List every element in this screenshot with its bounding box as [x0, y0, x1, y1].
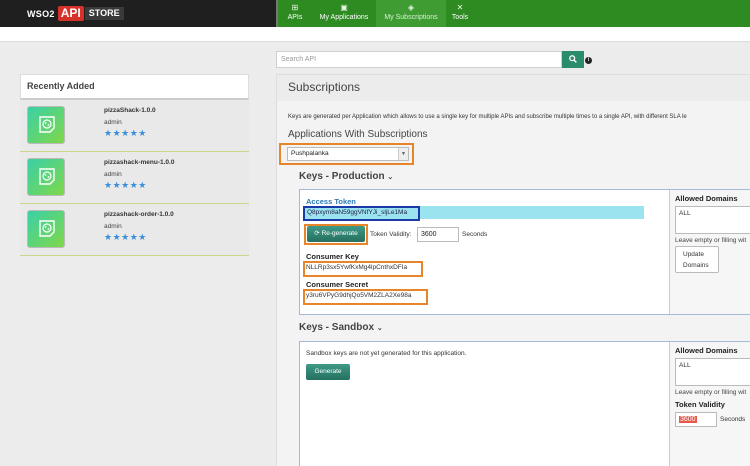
api-name[interactable]: pizzaShack-1.0.0 [104, 107, 156, 114]
domains-hint: Leave empty or filling wit [675, 237, 747, 244]
tools-icon: ✕ [456, 3, 464, 12]
subscriptions-panel: Subscriptions Keys are generated per App… [276, 74, 750, 466]
top-bar: WSO2 API STORE ⊞ APIs ▣ My Applications … [0, 0, 750, 27]
api-name[interactable]: pizzashack-menu-1.0.0 [104, 159, 174, 166]
api-author: admin [104, 223, 122, 230]
seconds-label: Seconds [462, 231, 488, 238]
generate-button[interactable]: Generate [306, 364, 350, 380]
page-title: Subscriptions [277, 75, 750, 101]
domains-hint: Leave empty or filling wit [675, 389, 747, 396]
token-validity-heading: Token Validity [675, 400, 725, 409]
application-select[interactable]: Pushpalanka ▼ [287, 147, 409, 161]
api-name[interactable]: pizzashack-order-1.0.0 [104, 211, 174, 218]
nav-my-applications[interactable]: ▣ My Applications [312, 0, 376, 27]
token-validity-label: Token Validity: [370, 231, 412, 238]
rating-stars: ★★★★★ [104, 232, 147, 242]
chevron-down-icon: ⌄ [387, 174, 394, 181]
sandbox-token-validity-input[interactable]: 3600 [675, 412, 717, 427]
rating-stars: ★★★★★ [104, 180, 147, 190]
list-item[interactable]: pizzashack-menu-1.0.0 admin ★★★★★ [20, 152, 249, 204]
wso2-api-store-logo[interactable]: WSO2 API STORE [24, 6, 124, 21]
update-domains-button[interactable]: Update Domains [675, 246, 719, 273]
nav-my-subscriptions[interactable]: ◈ My Subscriptions [376, 0, 446, 27]
info-icon[interactable]: i [585, 57, 592, 64]
header-strip [0, 27, 750, 42]
seconds-label: Seconds [720, 416, 746, 423]
list-item[interactable]: pizzaShack-1.0.0 admin ★★★★★ [20, 100, 249, 152]
production-allowed-domains: Allowed Domains ALL Leave empty or filli… [669, 190, 750, 314]
api-author: admin [104, 119, 122, 126]
chevron-down-icon: ▼ [398, 148, 408, 160]
recently-added-panel: Recently Added pizzaShack-1.0.0 admin ★★… [20, 74, 249, 258]
nav-tools[interactable]: ✕ Tools [446, 0, 474, 27]
allowed-domains-textarea[interactable]: ALL [675, 206, 750, 234]
pizza-icon [39, 116, 55, 133]
rating-stars: ★★★★★ [104, 128, 147, 138]
pizza-icon [39, 220, 55, 237]
highlight-regenerate [304, 224, 368, 245]
recently-added-title: Recently Added [20, 74, 249, 100]
sandbox-allowed-domains: Allowed Domains ALL Leave empty or filli… [669, 342, 750, 466]
nav-apis[interactable]: ⊞ APIs [278, 0, 312, 27]
highlight-consumer-key [303, 261, 423, 277]
subscriptions-description: Keys are generated per Application which… [288, 114, 687, 120]
consumer-key-label: Consumer Key [306, 252, 359, 261]
api-thumbnail[interactable] [27, 210, 65, 248]
api-thumbnail[interactable] [27, 158, 65, 196]
api-thumbnail[interactable] [27, 106, 65, 144]
applications-heading: Applications With Subscriptions [288, 129, 428, 140]
consumer-secret-label: Consumer Secret [306, 280, 369, 289]
sandbox-keys-box: Sandbox keys are not yet generated for t… [299, 341, 750, 466]
sandbox-keys-heading[interactable]: Keys - Sandbox ⌄ [299, 322, 383, 333]
token-validity-input[interactable]: 3600 [417, 227, 459, 242]
tag-icon: ◈ [407, 3, 415, 12]
production-keys-heading[interactable]: Keys - Production ⌄ [299, 171, 393, 182]
search-button[interactable] [562, 51, 584, 68]
search-icon [569, 55, 577, 63]
chevron-down-icon: ⌄ [376, 325, 383, 332]
highlight-access-token [303, 206, 420, 221]
list-item[interactable]: pizzashack-order-1.0.0 admin ★★★★★ [20, 204, 249, 256]
grid-icon: ⊞ [291, 3, 299, 12]
allowed-domains-label: Allowed Domains [675, 194, 738, 203]
highlight-consumer-secret [303, 289, 428, 305]
access-token-label: Access Token [306, 197, 356, 206]
allowed-domains-label: Allowed Domains [675, 346, 738, 355]
api-author: admin [104, 171, 122, 178]
main-nav: ⊞ APIs ▣ My Applications ◈ My Subscripti… [276, 0, 750, 27]
search-input[interactable]: Search API [276, 51, 562, 68]
allowed-domains-textarea[interactable]: ALL [675, 358, 750, 386]
sandbox-message: Sandbox keys are not yet generated for t… [306, 350, 467, 357]
image-icon: ▣ [340, 3, 348, 12]
pizza-icon [39, 168, 55, 185]
